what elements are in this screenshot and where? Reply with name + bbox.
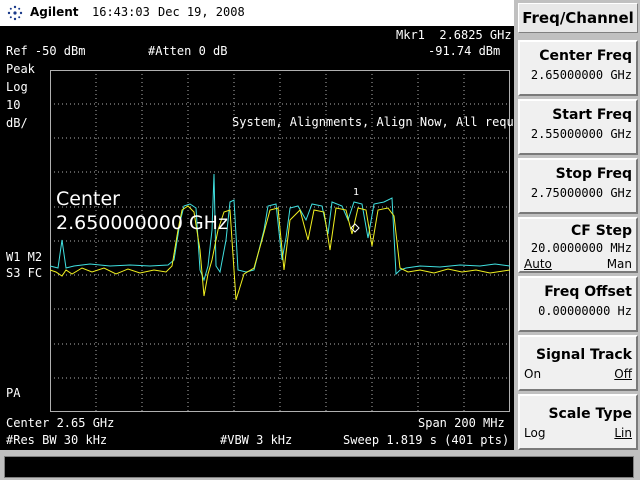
clock-time: 16:43:03 — [92, 5, 150, 19]
agilent-logo-icon — [7, 5, 23, 21]
scale-type-label: Log — [6, 80, 28, 94]
reference-level: Ref -50 dBm — [6, 44, 86, 58]
status-line — [4, 456, 634, 478]
softkey-menu: Freq/Channel Center Freq 2.65000000 GHz … — [514, 0, 640, 480]
start-freq-button[interactable]: Start Freq 2.55000000 GHz — [518, 99, 638, 155]
scale-type-lin-option: Lin — [614, 426, 632, 440]
resolution-bandwidth: #Res BW 30 kHz — [6, 433, 108, 447]
cf-step-button[interactable]: CF Step 20.0000000 MHz Auto Man — [518, 217, 638, 273]
cf-step-man-option: Man — [606, 257, 632, 271]
cf-step-auto-option: Auto — [524, 257, 552, 271]
clock-date: Dec 19, 2008 — [158, 5, 245, 19]
preamp-indicator: PA — [6, 386, 21, 400]
scale-type-button[interactable]: Scale Type Log Lin — [518, 394, 638, 450]
video-bandwidth: #VBW 3 kHz — [220, 433, 293, 447]
attenuation: #Atten 0 dB — [148, 44, 228, 58]
signal-track-button[interactable]: Signal Track On Off — [518, 335, 638, 391]
spectrum-display: Mkr1 2.6825 GHz Ref -50 dBm #Atten 0 dB … — [0, 26, 543, 450]
signal-track-off-option: Off — [614, 367, 632, 381]
center-frequency: Center 2.65 GHz — [6, 416, 115, 430]
center-freq-button[interactable]: Center Freq 2.65000000 GHz — [518, 40, 638, 96]
center-overlay-label: Center — [56, 188, 120, 210]
scale-unit: dB/ — [6, 116, 28, 130]
freq-offset-button[interactable]: Freq Offset 0.00000000 Hz — [518, 276, 638, 332]
alignment-message: System, Alignments, Align Now, All requi… — [232, 115, 543, 129]
sweep-time: Sweep 1.819 s (401 pts) — [343, 433, 510, 447]
trace-info-1: W1 M2 — [6, 250, 43, 264]
marker-number: 1 — [353, 187, 360, 198]
center-overlay-value: 2.650000000 GHz — [56, 212, 228, 234]
trace-info-2: S3 FC — [6, 266, 43, 280]
marker-frequency: Mkr1 2.6825 GHz — [396, 28, 512, 42]
brand-name: Agilent — [30, 5, 79, 19]
scale-type-log-option: Log — [524, 426, 546, 440]
signal-track-on-option: On — [524, 367, 542, 381]
marker-amplitude: -91.74 dBm — [428, 44, 501, 58]
span: Span 200 MHz — [418, 416, 505, 430]
header-bar: Agilent 16:43:03 Dec 19, 2008 — [0, 0, 514, 26]
stop-freq-button[interactable]: Stop Freq 2.75000000 GHz — [518, 158, 638, 214]
detector-mode: Peak — [6, 62, 35, 76]
menu-title: Freq/Channel — [518, 3, 638, 33]
scale-division: 10 — [6, 98, 21, 112]
